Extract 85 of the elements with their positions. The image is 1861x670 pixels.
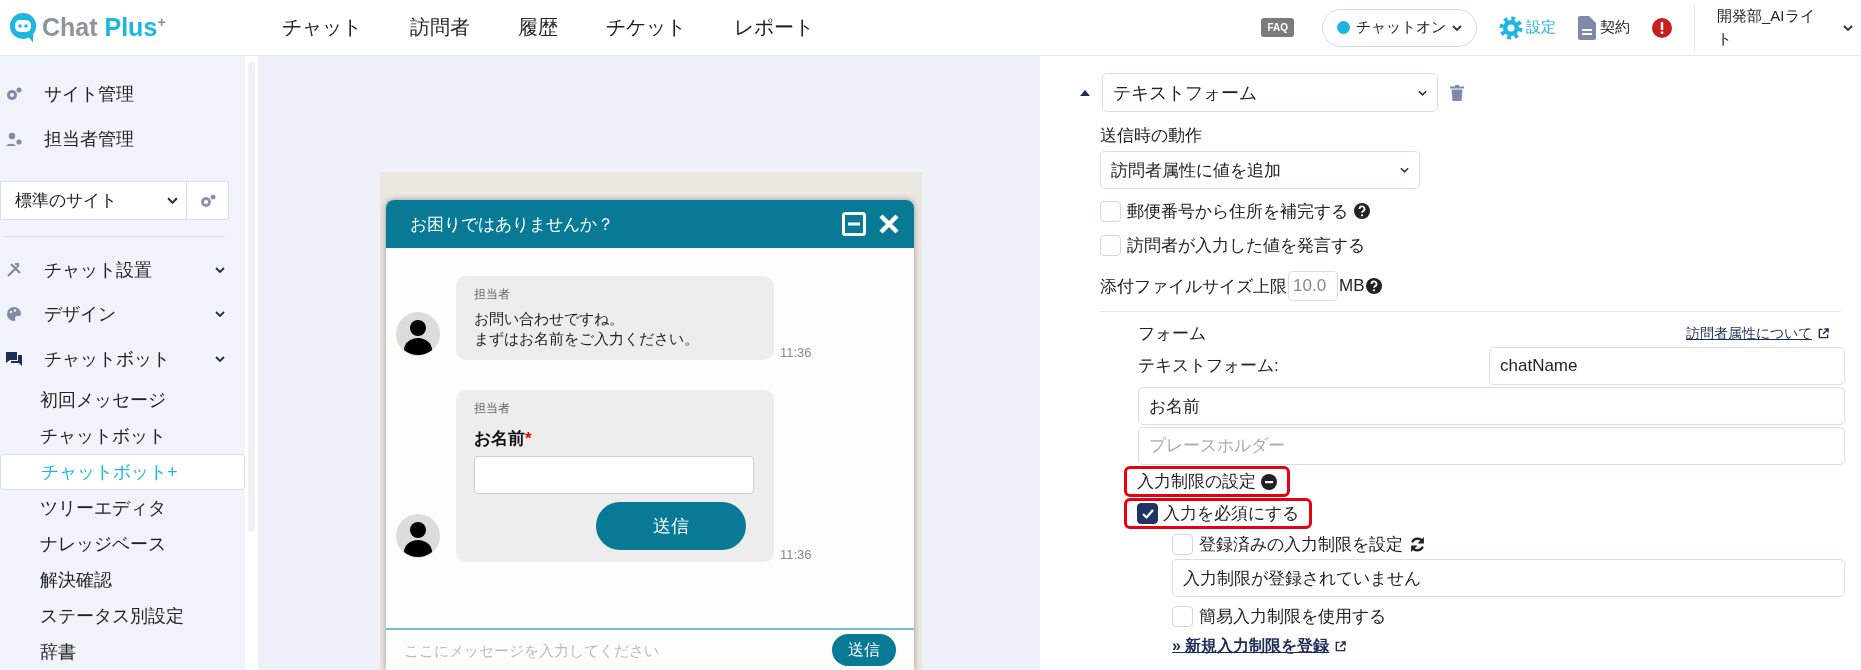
site-settings-button[interactable]	[187, 181, 229, 221]
site-select[interactable]: 標準のサイト	[0, 181, 187, 221]
minimize-icon[interactable]	[842, 212, 866, 236]
gears-icon	[199, 193, 216, 208]
unit-label: MB	[1339, 276, 1365, 296]
field-label: お名前*	[474, 428, 533, 450]
checkbox-label[interactable]: 入力を必須にする	[1163, 502, 1299, 525]
chevron-down-icon	[1418, 89, 1427, 96]
message-input-field[interactable]: ここにメッセージを入力してください	[404, 639, 822, 661]
sidebar-subitem[interactable]: 辞書	[0, 634, 245, 670]
chevron-down-icon	[167, 197, 178, 205]
submit-button[interactable]: 送信	[596, 502, 746, 550]
attribute-input[interactable]: chatName	[1489, 347, 1845, 385]
chevron-down-icon	[1843, 24, 1853, 31]
palette-icon	[6, 306, 22, 323]
nav-link[interactable]: 履歴	[494, 14, 582, 41]
sender-name: 担当者	[474, 400, 511, 417]
message-time: 11:36	[780, 547, 812, 562]
sidebar-menu-item[interactable]: チャットボット	[0, 336, 245, 382]
checkbox-label[interactable]: 訪問者が入力した値を発言する	[1127, 233, 1365, 257]
sidebar-subitem[interactable]: チャットボット	[0, 417, 245, 454]
placeholder-input[interactable]: プレースホルダー	[1138, 427, 1845, 465]
sidebar-subitem[interactable]: ステータス別設定	[0, 598, 245, 635]
external-link-icon	[1818, 328, 1829, 339]
message-text: お問い合わせですね。 まずはお名前をご入力ください。	[474, 309, 700, 348]
help-icon[interactable]	[1365, 278, 1382, 294]
restriction-label: 入力制限の設定	[1137, 471, 1256, 493]
avatar-icon	[396, 312, 440, 356]
sidebar-item[interactable]: サイト管理	[0, 72, 245, 117]
label-input[interactable]: お名前	[1138, 387, 1845, 425]
nav-link[interactable]: チャット	[258, 14, 386, 41]
nav-link[interactable]: 訪問者	[386, 14, 494, 41]
sidebar-menu-item[interactable]: チャット設置	[0, 247, 245, 293]
user-gear-icon	[6, 132, 22, 147]
avatar-icon	[396, 514, 440, 558]
sidebar-subitem[interactable]: ナレッジベース	[0, 526, 245, 563]
sidebar-menu-item[interactable]: デザイン	[0, 292, 245, 337]
chevron-down-icon	[1452, 24, 1462, 31]
settings-icon	[1499, 15, 1523, 40]
chevron-down-icon	[215, 356, 225, 363]
file-size-label: 添付ファイルサイズ上限	[1100, 275, 1287, 298]
help-icon[interactable]	[1354, 203, 1370, 219]
checkbox[interactable]	[1137, 503, 1158, 524]
chat-status-dropdown[interactable]: チャットオン	[1322, 8, 1477, 47]
message-time: 11:36	[780, 345, 812, 360]
tools-icon	[6, 261, 22, 278]
action-select[interactable]: 訪問者属性に値を追加	[1100, 151, 1420, 189]
collapse-triangle-icon[interactable]	[1080, 89, 1090, 96]
chat-logo-icon	[8, 10, 38, 45]
sidebar-subitem[interactable]: 初回メッセージ	[0, 381, 245, 418]
visitor-attribute-link[interactable]: 訪問者属性について	[1686, 324, 1812, 343]
file-size-input[interactable]: 10.0	[1288, 271, 1338, 301]
trash-icon[interactable]	[1450, 84, 1464, 101]
document-icon	[1578, 15, 1596, 40]
send-button[interactable]: 送信	[832, 634, 896, 666]
restriction-select[interactable]: 入力制限が登録されていません	[1172, 559, 1845, 597]
nav-link[interactable]: レポート	[710, 14, 838, 41]
user-name[interactable]: 開発部_AIライト	[1717, 5, 1829, 50]
checkbox-label[interactable]: 簡易入力制限を使用する	[1199, 604, 1386, 628]
new-restriction-link[interactable]: » 新規入力制限を登録	[1172, 636, 1330, 657]
sidebar-item[interactable]: 担当者管理	[0, 116, 245, 162]
chevron-down-icon	[215, 311, 225, 318]
field-type-label: テキストフォーム:	[1138, 354, 1279, 377]
action-label: 送信時の動作	[1100, 125, 1203, 147]
element-type-select[interactable]: テキストフォーム	[1102, 73, 1438, 112]
chevron-down-icon	[1400, 167, 1409, 173]
nav-link[interactable]: チケット	[582, 14, 710, 41]
chat-title: お困りではありませんか？	[410, 213, 615, 236]
external-link-icon	[1335, 641, 1347, 652]
contract-link[interactable]: 契約	[1578, 15, 1630, 40]
sidebar-subitem[interactable]: 解決確認	[0, 562, 245, 599]
collapse-minus-icon[interactable]	[1261, 473, 1277, 490]
sidebar-subitem[interactable]: ツリーエディタ	[0, 490, 245, 527]
chevron-down-icon	[215, 266, 225, 273]
faq-icon[interactable]: FAQ	[1261, 18, 1294, 37]
name-input-field[interactable]	[474, 456, 754, 494]
alert-icon[interactable]	[1652, 17, 1672, 38]
sender-name: 担当者	[474, 286, 511, 303]
checkbox-label[interactable]: 登録済みの入力制限を設定	[1199, 532, 1403, 556]
refresh-icon[interactable]	[1409, 535, 1426, 553]
form-heading: フォーム	[1138, 323, 1207, 345]
checkbox-label[interactable]: 郵便番号から住所を補完する	[1127, 199, 1348, 223]
close-icon[interactable]	[878, 213, 900, 235]
gears-icon	[6, 87, 22, 102]
chat-bubbles-icon	[6, 351, 22, 368]
